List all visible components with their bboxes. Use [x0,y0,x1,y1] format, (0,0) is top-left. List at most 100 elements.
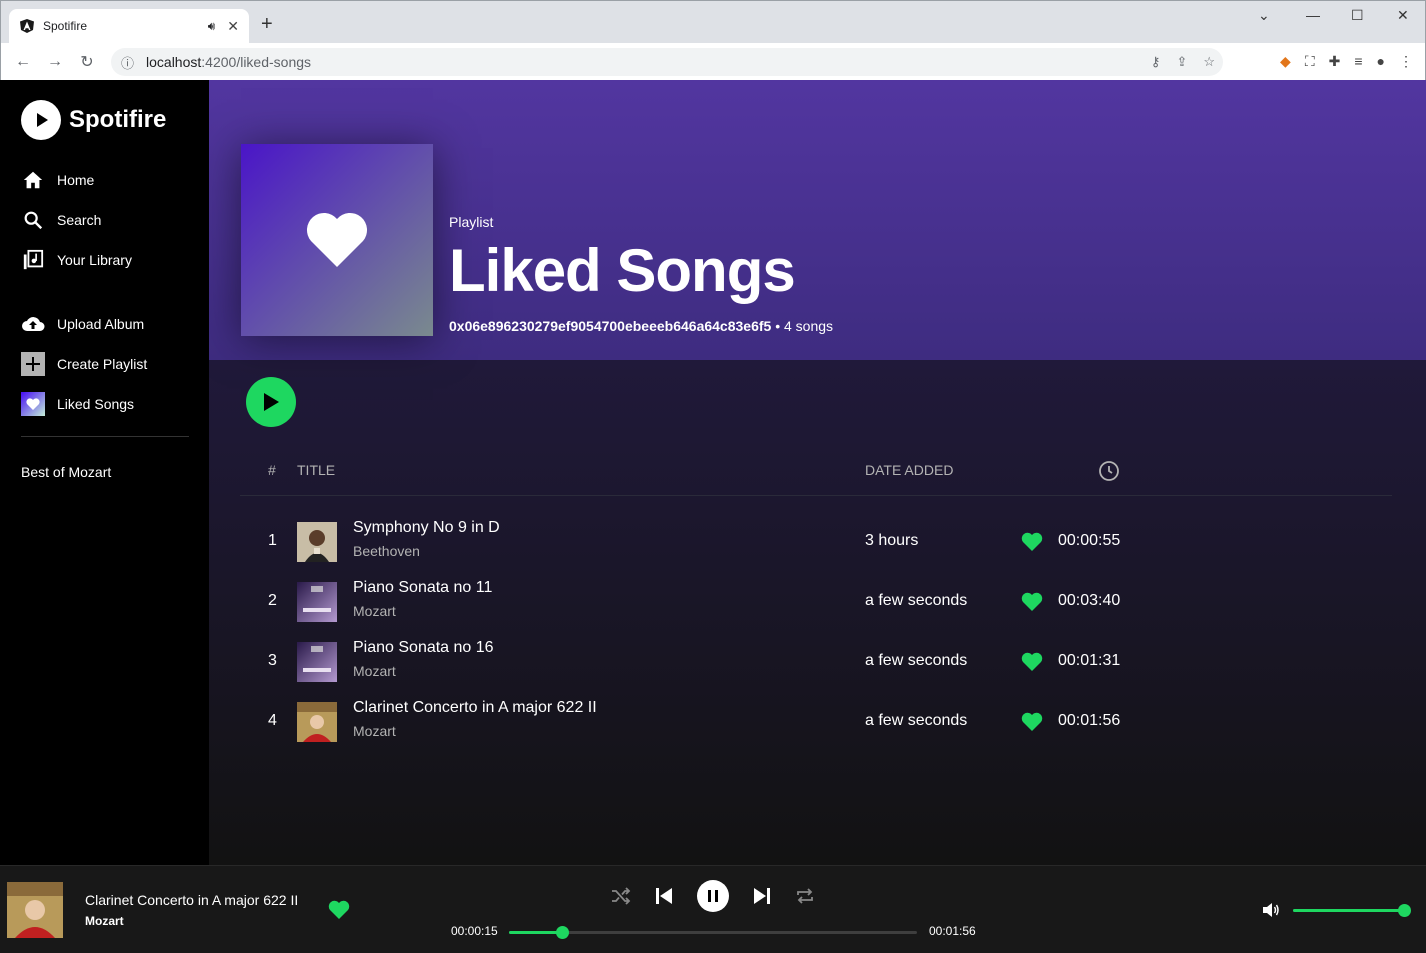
browser-toolbar: ← → ↻ ⓘ localhost:4200/liked-songs ⚷ ⇪ ☆… [1,43,1425,81]
date-added: a few seconds [865,652,968,669]
shuffle-icon[interactable] [610,880,632,912]
omnibox-icons: ⚷ ⇪ ☆ [1151,54,1215,70]
volume-fill [1293,909,1405,912]
progress-handle[interactable] [556,926,570,939]
forward-button[interactable]: → [39,53,71,71]
table-row[interactable]: 4 Clarinet Concerto in A major 622 II Mo… [240,694,1392,750]
sidebar-item-label: Your Library [57,252,132,268]
window-close-button[interactable]: ✕ [1397,7,1409,24]
track-artist[interactable]: Mozart [353,603,396,619]
reload-button[interactable]: ↻ [71,52,103,72]
table-row[interactable]: 1 Symphony No 9 in D Beethoven 3 hours 0… [240,514,1392,570]
track-artist[interactable]: Beethoven [353,543,420,559]
liked-heart-icon[interactable] [1021,592,1043,617]
previous-track-icon[interactable] [654,880,674,912]
brand-name: Spotifire [69,106,167,133]
site-info-icon[interactable]: ⓘ [121,53,134,72]
search-icon [21,208,45,232]
sidebar-item-label: Search [57,212,102,228]
main-content: Playlist Liked Songs 0x06e896230279ef905… [209,80,1426,865]
player-bar: Clarinet Concerto in A major 622 II Moza… [0,865,1426,953]
tab-search-icon[interactable]: ⌄ [1258,7,1270,24]
play-button[interactable] [246,377,296,427]
track-title[interactable]: Clarinet Concerto in A major 622 II [353,699,597,717]
page-title: Liked Songs [449,237,796,304]
playback-controls [610,880,820,912]
track-number: 2 [268,592,277,609]
sidebar-playlist-item[interactable]: Best of Mozart [21,464,111,480]
playlist-owner[interactable]: 0x06e896230279ef9054700ebeeeb646a64c83e6… [449,318,771,334]
address-bar[interactable]: ⓘ localhost:4200/liked-songs ⚷ ⇪ ☆ [111,48,1223,76]
new-tab-button[interactable]: + [261,13,273,36]
minimize-button[interactable]: — [1306,7,1320,23]
profile-avatar[interactable]: ● [1377,53,1385,70]
date-added: a few seconds [865,712,968,729]
back-button[interactable]: ← [7,53,39,71]
plus-icon [21,352,45,376]
play-logo-icon [21,100,61,140]
sidebar-item-liked-songs[interactable]: Liked Songs [21,392,134,416]
table-header: # TITLE DATE ADDED [240,460,1392,496]
volume-slider[interactable] [1293,904,1411,917]
col-header-number: # [268,462,276,478]
next-track-icon[interactable] [752,880,772,912]
clock-icon [1098,460,1120,485]
tab-close-icon[interactable]: ✕ [227,18,239,35]
brand-logo[interactable]: Spotifire [21,100,166,140]
pause-icon [708,890,718,902]
library-icon [21,248,45,272]
menu-kebab-icon[interactable]: ⋮ [1399,53,1413,70]
media-queue-icon[interactable]: ≡ [1354,53,1362,70]
bookmark-star-icon[interactable]: ☆ [1203,54,1215,70]
liked-heart-icon[interactable] [1021,532,1043,557]
sidebar-item-library[interactable]: Your Library [21,248,132,272]
volume-icon[interactable] [1262,901,1280,924]
puzzle-extensions-icon[interactable]: ✚ [1329,53,1341,70]
track-duration: 00:00:55 [1058,532,1121,549]
playlist-meta: 0x06e896230279ef9054700ebeeeb646a64c83e6… [449,318,833,334]
progress-fill [509,931,563,934]
album-thumbnail [297,642,337,682]
url-path: :4200/liked-songs [201,54,312,70]
table-row[interactable]: 3 Piano Sonata no 16 Mozart a few second… [240,634,1392,690]
playlist-header: Playlist Liked Songs 0x06e896230279ef905… [209,80,1426,360]
play-icon [264,393,279,411]
pause-button[interactable] [697,880,729,912]
track-title[interactable]: Symphony No 9 in D [353,519,500,537]
repeat-icon[interactable] [794,880,816,912]
sidebar-item-home[interactable]: Home [21,168,94,192]
sidebar-item-create-playlist[interactable]: Create Playlist [21,352,147,376]
tab-bar: Spotifire 🔊︎ ✕ + ⌄ — ☐ ✕ [1,1,1425,43]
liked-heart-icon[interactable] [1021,712,1043,737]
now-playing-heart-icon[interactable] [328,900,350,925]
screenshot-icon[interactable]: ⛶ [1305,53,1315,70]
playlist-cover [241,144,433,336]
track-artist[interactable]: Mozart [353,723,396,739]
key-icon[interactable]: ⚷ [1151,54,1161,70]
track-duration: 00:01:31 [1058,652,1121,669]
sidebar-item-search[interactable]: Search [21,208,101,232]
maximize-button[interactable]: ☐ [1351,7,1364,24]
tab-audio-icon[interactable]: 🔊︎ [208,19,216,34]
col-header-title: TITLE [297,462,336,478]
sidebar: Spotifire Home Search Your Library Uploa… [0,80,209,865]
sidebar-divider [21,436,189,437]
metamask-fox-icon[interactable]: ◆ [1280,53,1291,70]
liked-heart-icon[interactable] [1021,652,1043,677]
browser-tab[interactable]: Spotifire 🔊︎ ✕ [9,9,249,43]
now-playing-artist[interactable]: Mozart [85,914,124,928]
track-artist[interactable]: Mozart [353,663,396,679]
sidebar-item-label: Home [57,172,95,188]
album-thumbnail [297,522,337,562]
elapsed-time: 00:00:15 [451,924,498,938]
progress-bar[interactable] [509,926,917,939]
track-title[interactable]: Piano Sonata no 16 [353,639,494,657]
song-count: 4 songs [784,318,834,334]
share-icon[interactable]: ⇪ [1176,54,1187,70]
now-playing-title[interactable]: Clarinet Concerto in A major 622 II [85,892,298,908]
volume-handle[interactable] [1398,904,1411,917]
sidebar-item-label: Upload Album [57,316,145,332]
table-row[interactable]: 2 Piano Sonata no 11 Mozart a few second… [240,574,1392,630]
sidebar-item-upload-album[interactable]: Upload Album [21,312,144,336]
track-title[interactable]: Piano Sonata no 11 [353,579,492,597]
